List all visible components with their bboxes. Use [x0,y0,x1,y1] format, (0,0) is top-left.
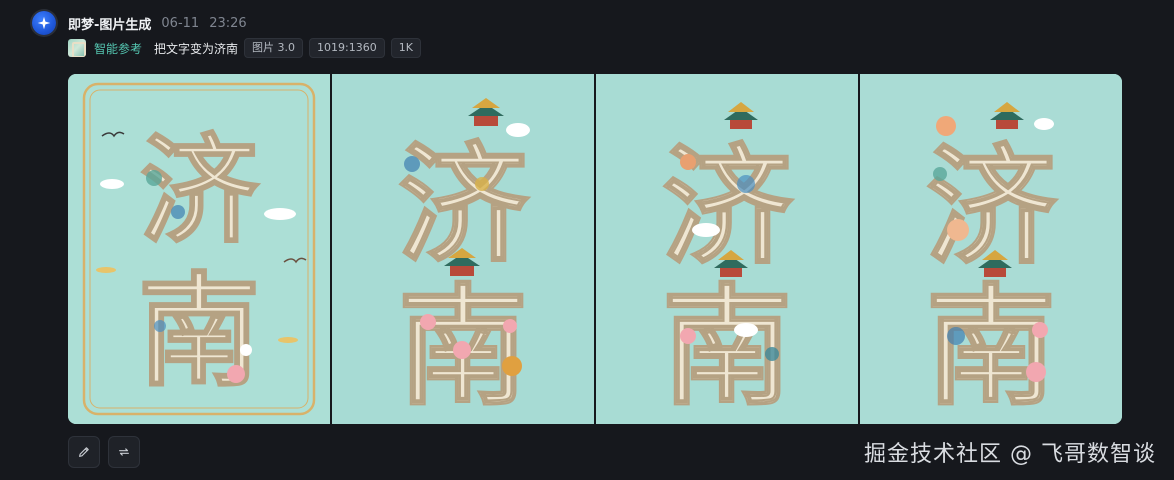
generated-image-4[interactable]: 济 南 [860,74,1122,424]
glyph-ji: 济 [662,131,794,283]
ratio-tag: 1019:1360 [309,38,385,58]
sparkle-star-icon [37,16,51,30]
watermark-text: 掘金技术社区 @ 飞哥数智谈 [864,442,1156,467]
generated-image-3[interactable]: 济 南 [596,74,858,424]
edit-button[interactable] [68,436,100,468]
image-1-artwork: 济 南 [68,74,330,424]
model-tag: 图片 3.0 [244,38,304,58]
resolution-tag: 1K [390,38,421,58]
glyph-nan: 南 [926,271,1056,423]
date-text: 06-11 [161,15,200,31]
message-header: 即梦-图片生成 06-11 23:26 [32,10,247,36]
pencil-icon [79,447,89,457]
timestamp: 06-11 23:26 [161,16,246,31]
glyph-ji: 济 [398,129,530,281]
image-2-artwork: 济 南 [332,74,594,424]
smart-reference-label[interactable]: 智能参考 [94,40,142,57]
reference-thumbnail[interactable] [68,39,86,57]
image-4-artwork: 济 南 [860,74,1122,424]
prompt-text: 把文字变为济南 [154,41,239,56]
image-gallery: 济 南 济 南 济 南 济 南 [68,74,1122,424]
generated-image-2[interactable]: 济 南 [332,74,594,424]
glyph-ji: 济 [926,131,1058,283]
time-text: 23:26 [209,15,247,31]
repeat-icon [119,448,129,456]
generated-image-1[interactable]: 济 南 [68,74,330,424]
glyph-ji: 济 [140,122,259,260]
image-3-artwork: 济 南 [596,74,858,424]
regenerate-button[interactable] [108,436,140,468]
generation-info: 智能参考 把文字变为济南 图片 3.0 1019:1360 1K [68,38,421,58]
image-actions [68,436,140,468]
app-avatar[interactable] [32,11,56,35]
glyph-nan: 南 [138,261,260,403]
app-name: 即梦-图片生成 [68,17,152,33]
glyph-nan: 南 [662,271,792,423]
